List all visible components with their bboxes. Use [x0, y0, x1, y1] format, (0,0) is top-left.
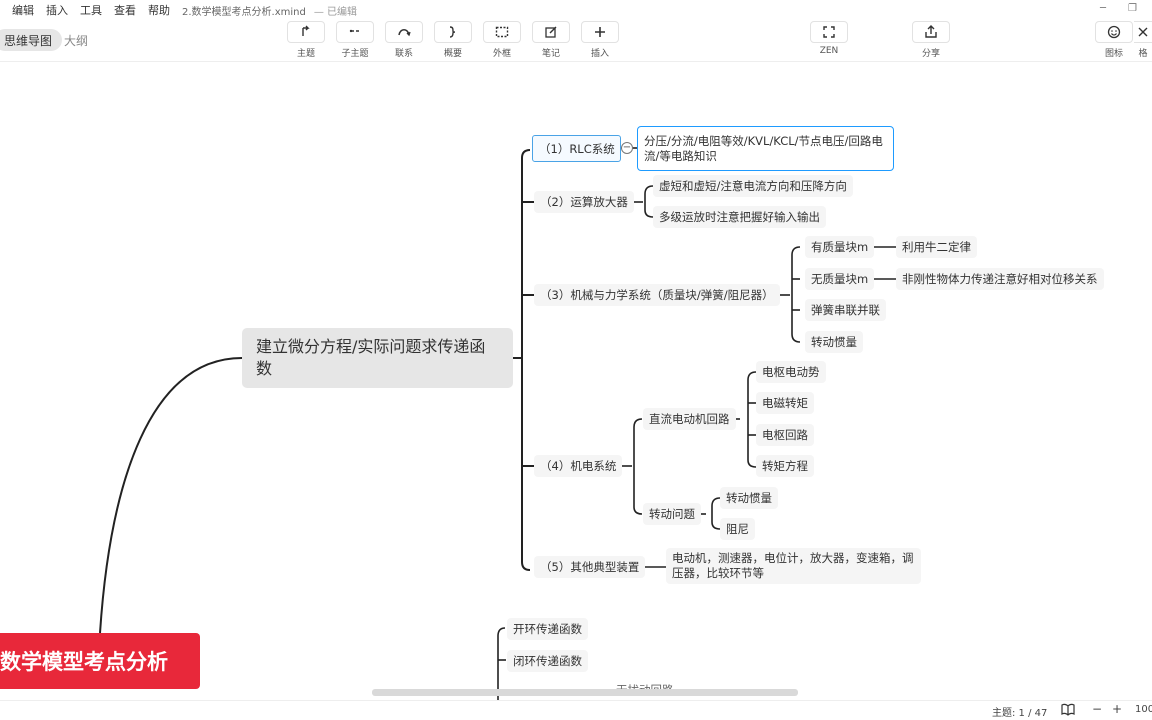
topic-opamp-a[interactable]: 虚短和虚短/注意电流方向和压降方向	[653, 175, 853, 197]
topic-mechanical[interactable]: （3）机械与力学系统（质量块/弹簧/阻尼器）	[534, 284, 780, 306]
topic-dc-emf[interactable]: 电枢电动势	[756, 361, 826, 383]
summary-icon	[449, 26, 456, 38]
collapse-toggle[interactable]: −	[621, 142, 633, 154]
smiley-icon	[1107, 25, 1121, 39]
topic-dc-torque[interactable]: 电磁转矩	[756, 392, 814, 414]
format-icon	[1138, 27, 1148, 37]
topic-mech-spring[interactable]: 弹簧串联并联	[805, 299, 886, 321]
summary-button[interactable]: 概要	[433, 21, 473, 59]
insert-button[interactable]: 插入	[580, 21, 620, 59]
topic-count: 主题: 1 / 47	[992, 708, 1048, 719]
boundary-button[interactable]: 外框	[482, 21, 522, 59]
menu-tools[interactable]: 工具	[80, 2, 102, 18]
book-icon[interactable]	[1061, 703, 1075, 719]
insert-label: 插入	[590, 49, 609, 59]
topic-opamp-b[interactable]: 多级运放时注意把握好输入输出	[653, 206, 826, 228]
topic-mech-mass[interactable]: 有质量块m	[805, 236, 875, 258]
file-name: 2.数学模型考点分析.xmind	[182, 6, 306, 18]
zoom-in-button[interactable]: +	[1112, 702, 1122, 716]
file-status: — 已编辑	[313, 6, 358, 18]
note-button[interactable]: 笔记	[531, 21, 571, 59]
share-button[interactable]: 分享	[911, 21, 951, 59]
topic-other-detail[interactable]: 电动机，测速器，电位计，放大器，变速箱，调压器，比较环节等	[666, 548, 921, 584]
relation-label: 联系	[394, 49, 413, 59]
topic-mech-massless[interactable]: 无质量块m	[805, 268, 875, 290]
topic-dc-torque-eq[interactable]: 转矩方程	[756, 455, 814, 477]
tab-outline[interactable]: 大纲	[54, 29, 98, 51]
icon-panel-label: 图标	[1104, 49, 1123, 59]
status-bar: 主题: 1 / 47 − + 100	[0, 700, 1152, 720]
note-label: 笔记	[541, 49, 560, 59]
share-label: 分享	[921, 49, 940, 59]
main-topic[interactable]: 建立微分方程/实际问题求传递函数	[242, 328, 513, 388]
summary-label: 概要	[443, 49, 462, 59]
icon-panel-button[interactable]: 图标	[1094, 21, 1134, 59]
share-icon	[925, 25, 937, 38]
topic-other-devices[interactable]: （5）其他典型装置	[534, 556, 646, 578]
menu-help[interactable]: 帮助	[148, 2, 170, 18]
topic-rlc-detail[interactable]: 分压/分流/电阻等效/KVL/KCL/节点电压/回路电流/等电路知识	[637, 126, 894, 171]
root-topic[interactable]: 数学模型考点分析	[0, 633, 200, 689]
topic-closed-loop[interactable]: 闭环传递函数	[507, 650, 588, 672]
topic-button[interactable]: 主题	[286, 21, 326, 59]
topic-opamp[interactable]: （2）运算放大器	[534, 191, 634, 213]
note-icon	[545, 26, 557, 38]
zen-icon	[823, 26, 835, 38]
mindmap-canvas[interactable]: 数学模型考点分析 建立微分方程/实际问题求传递函数 （1）RLC系统 − 分压/…	[0, 62, 1152, 700]
plus-icon	[595, 27, 605, 37]
topic-electromechanical[interactable]: （4）机电系统	[534, 455, 623, 477]
topic-rotation[interactable]: 转动问题	[643, 503, 701, 525]
horizontal-scrollbar[interactable]	[372, 689, 798, 696]
zoom-level: 100	[1135, 704, 1152, 715]
topic-open-loop[interactable]: 开环传递函数	[507, 618, 588, 640]
menu-bar: 编辑 插入 工具 查看 帮助 2.数学模型考点分析.xmind — 已编辑	[0, 0, 1152, 20]
menu-edit[interactable]: 编辑	[12, 2, 34, 18]
topic-rotation-inertia[interactable]: 转动惯量	[720, 487, 778, 509]
topic-dc-motor[interactable]: 直流电动机回路	[643, 408, 736, 430]
tab-mindmap[interactable]: 思维导图	[0, 29, 63, 51]
subtopic-button[interactable]: 子主题	[335, 21, 375, 59]
topic-icon	[302, 25, 310, 36]
format-panel-label: 格	[1138, 49, 1148, 59]
zen-label: ZEN	[819, 46, 839, 56]
menu-view[interactable]: 查看	[114, 2, 136, 18]
topic-rlc[interactable]: （1）RLC系统	[532, 135, 621, 162]
topic-mech-mass-law[interactable]: 利用牛二定律	[896, 236, 977, 258]
toolbar: 思维导图 大纲 主题 子主题 联系 概要 外框 笔记 插入 ZEN 分享 图标	[0, 20, 1152, 62]
topic-dc-armature[interactable]: 电枢回路	[756, 424, 814, 446]
subtopic-icon	[349, 29, 359, 33]
topic-label: 主题	[296, 49, 315, 59]
zen-button[interactable]: ZEN	[809, 21, 849, 59]
topic-mech-massless-note[interactable]: 非刚性物体力传递注意好相对位移关系	[896, 268, 1104, 290]
topic-mech-inertia[interactable]: 转动惯量	[805, 331, 863, 353]
minimize-icon[interactable]: ─	[1100, 3, 1106, 14]
format-panel-button[interactable]: 格	[1134, 21, 1152, 59]
menu-insert[interactable]: 插入	[46, 2, 68, 18]
zoom-out-button[interactable]: −	[1092, 702, 1102, 716]
relation-icon	[398, 29, 411, 37]
boundary-icon	[495, 26, 509, 38]
relation-button[interactable]: 联系	[384, 21, 424, 59]
boundary-label: 外框	[492, 49, 511, 59]
topic-rotation-damping[interactable]: 阻尼	[720, 518, 755, 540]
subtopic-label: 子主题	[341, 49, 369, 59]
restore-icon[interactable]: ❐	[1128, 3, 1137, 14]
